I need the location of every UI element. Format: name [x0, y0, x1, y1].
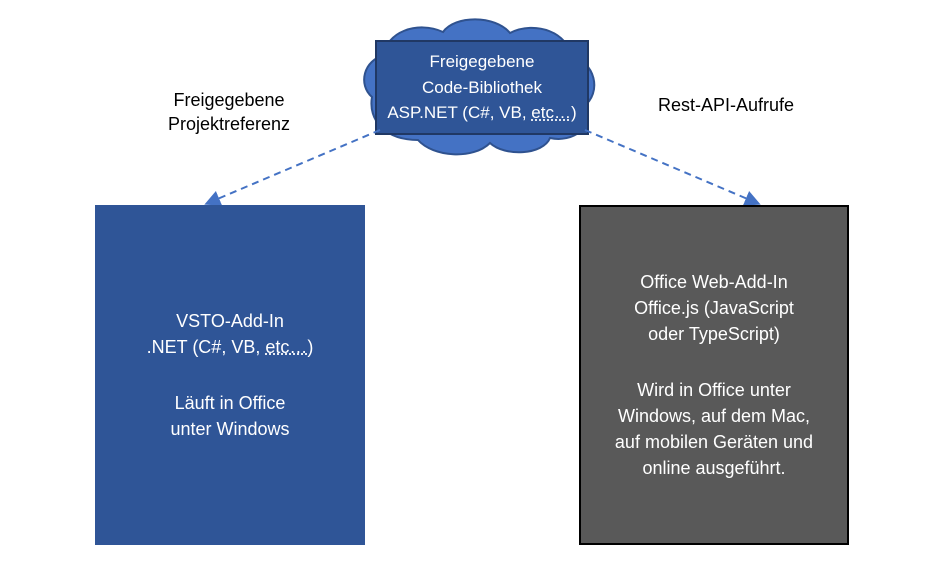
cloud-box-line3-suffix: ) [571, 103, 577, 122]
cloud-box-line2: Code-Bibliothek [422, 75, 542, 101]
office-web-box-g2-line2: Windows, auf dem Mac, [615, 403, 813, 429]
office-web-box-g2-line4: online ausgeführt. [615, 455, 813, 481]
vsto-box-g2-line1: Läuft in Office [170, 390, 289, 416]
office-web-box-group1: Office Web-Add-In Office.js (JavaScript … [634, 269, 794, 347]
left-arrow-label: Freigegebene Projektreferenz [168, 88, 290, 137]
office-web-box-g1-line3: oder TypeScript) [634, 321, 794, 347]
left-arrow-label-line1: Freigegebene [168, 88, 290, 112]
office-web-box-g2-line1: Wird in Office unter [615, 377, 813, 403]
vsto-box-g1-line2-suffix: ) [307, 337, 313, 357]
vsto-box-group2: Läuft in Office unter Windows [170, 390, 289, 442]
cloud-box-line1: Freigegebene [430, 49, 535, 75]
right-arrow-label-line1: Rest-API-Aufrufe [658, 95, 794, 115]
office-web-box-group2: Wird in Office unter Windows, auf dem Ma… [615, 377, 813, 481]
vsto-box-group1: VSTO-Add-In .NET (C#, VB, etc…) [147, 308, 314, 360]
office-web-box-g1-line1: Office Web-Add-In [634, 269, 794, 295]
vsto-box-g1-line1: VSTO-Add-In [147, 308, 314, 334]
office-web-box: Office Web-Add-In Office.js (JavaScript … [579, 205, 849, 545]
vsto-box-g1-line2-prefix: .NET (C#, VB, [147, 337, 266, 357]
right-arrow [575, 125, 775, 215]
right-arrow-label: Rest-API-Aufrufe [658, 95, 794, 116]
cloud-box-line3: ASP.NET (C#, VB, etc…) [387, 100, 576, 126]
cloud-box: Freigegebene Code-Bibliothek ASP.NET (C#… [375, 40, 589, 135]
vsto-box-g1-line2-etc: etc… [265, 337, 307, 357]
vsto-box-g1-line2: .NET (C#, VB, etc…) [147, 334, 314, 360]
cloud-box-line3-prefix: ASP.NET (C#, VB, [387, 103, 531, 122]
office-web-box-g1-line2: Office.js (JavaScript [634, 295, 794, 321]
office-web-box-g2-line3: auf mobilen Geräten und [615, 429, 813, 455]
vsto-box: VSTO-Add-In .NET (C#, VB, etc…) Läuft in… [95, 205, 365, 545]
vsto-box-g2-line2: unter Windows [170, 416, 289, 442]
cloud-box-line3-etc: etc… [531, 103, 571, 122]
left-arrow-label-line2: Projektreferenz [168, 112, 290, 136]
